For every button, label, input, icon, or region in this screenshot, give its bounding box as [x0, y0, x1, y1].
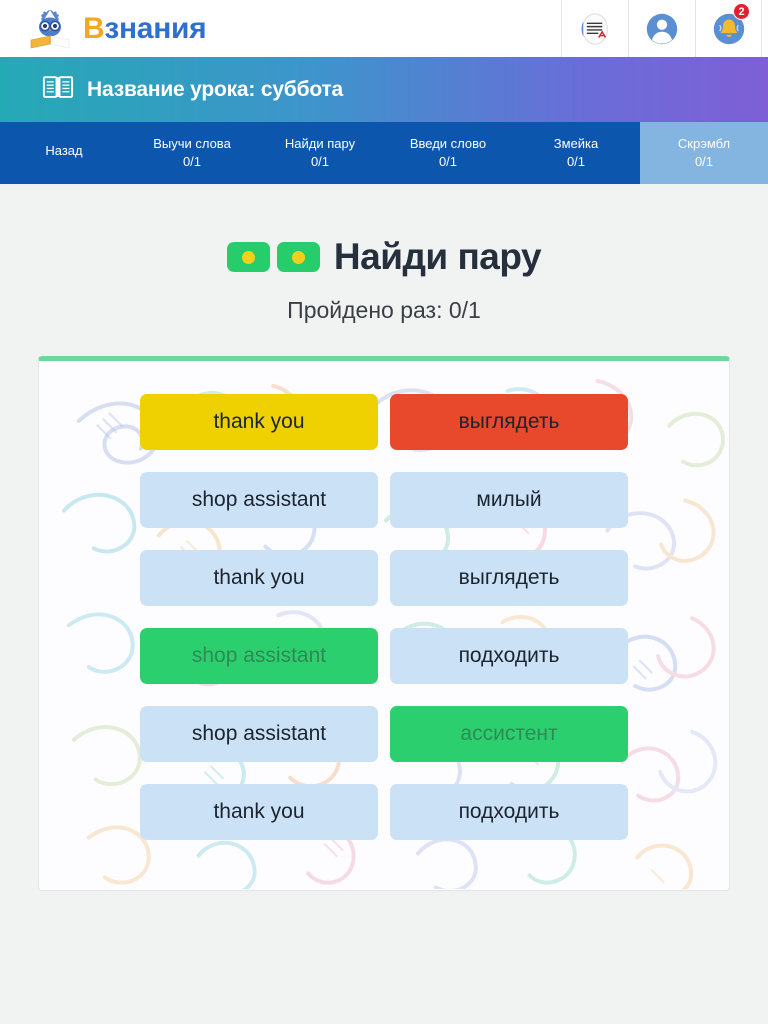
brand-first-letter: В [83, 11, 105, 45]
tab-scramble[interactable]: Скрэмбл 0/1 [640, 122, 768, 184]
tile-right[interactable]: подходить [390, 628, 628, 684]
game-title-row: Найди пару [0, 236, 768, 278]
tile-row: shop assistant милый [140, 472, 628, 528]
tab-count: 0/1 [566, 153, 586, 169]
game-tab-bar: Назад Выучи слова 0/1 Найди пару 0/1 Вве… [0, 122, 768, 184]
open-book-icon [42, 73, 74, 107]
page-title: Найди пару [333, 236, 542, 277]
tab-find-pair[interactable]: Найди пару 0/1 [256, 122, 384, 184]
tab-label: Назад [45, 143, 83, 159]
top-bar: Взнания 2 [0, 0, 768, 57]
tab-count: 0/1 [182, 153, 202, 169]
notification-badge: 2 [733, 3, 750, 20]
tab-label: Введи слово [409, 135, 487, 151]
tile-left[interactable]: shop assistant [140, 472, 378, 528]
tab-count: 0/1 [310, 153, 330, 169]
main-content: Найди пару Пройдено раз: 0/1 thank you в… [0, 184, 768, 891]
tab-type-word[interactable]: Введи слово 0/1 [384, 122, 512, 184]
tab-label: Змейка [553, 135, 599, 151]
game-progress-subtitle: Пройдено раз: 0/1 [287, 297, 481, 323]
tab-label: Выучи слова [153, 135, 231, 151]
tab-back[interactable]: Назад [0, 122, 128, 184]
tile-left[interactable]: thank you [140, 394, 378, 450]
brand-name: Взнания [83, 11, 207, 45]
brand-rest: знания [104, 11, 207, 45]
top-bar-icons: 2 [561, 0, 762, 57]
translate-document-icon[interactable] [561, 0, 628, 57]
tab-count: 0/1 [694, 153, 714, 169]
game-board-card: thank you выглядеть shop assistant милый… [38, 356, 730, 891]
tile-row: shop assistant подходить [140, 628, 628, 684]
notification-bell-icon[interactable]: 2 [695, 0, 762, 57]
tile-right[interactable]: выглядеть [390, 550, 628, 606]
pair-chips-icon [226, 242, 320, 272]
tile-left[interactable]: shop assistant [140, 706, 378, 762]
tab-label: Скрэмбл [677, 135, 731, 151]
lesson-title-bar: Название урока: суббота [0, 57, 768, 122]
tile-left[interactable]: thank you [140, 784, 378, 840]
tile-right[interactable]: подходить [390, 784, 628, 840]
owl-book-logo-icon [26, 5, 74, 53]
tab-snake[interactable]: Змейка 0/1 [512, 122, 640, 184]
tile-row: thank you подходить [140, 784, 628, 840]
tile-left[interactable]: shop assistant [140, 628, 378, 684]
tile-right[interactable]: выглядеть [390, 394, 628, 450]
tile-right[interactable]: милый [390, 472, 628, 528]
tab-count: 0/1 [438, 153, 458, 169]
tile-row: thank you выглядеть [140, 394, 628, 450]
tile-grid: thank you выглядеть shop assistant милый… [39, 361, 729, 840]
lesson-title: Название урока: суббота [87, 77, 344, 101]
tile-right[interactable]: ассистент [390, 706, 628, 762]
brand-logo[interactable]: Взнания [26, 5, 207, 53]
user-profile-icon[interactable] [628, 0, 695, 57]
tile-row: thank you выглядеть [140, 550, 628, 606]
tile-row: shop assistant ассистент [140, 706, 628, 762]
tile-left[interactable]: thank you [140, 550, 378, 606]
tab-label: Найди пару [284, 135, 356, 151]
tab-learn-words[interactable]: Выучи слова 0/1 [128, 122, 256, 184]
